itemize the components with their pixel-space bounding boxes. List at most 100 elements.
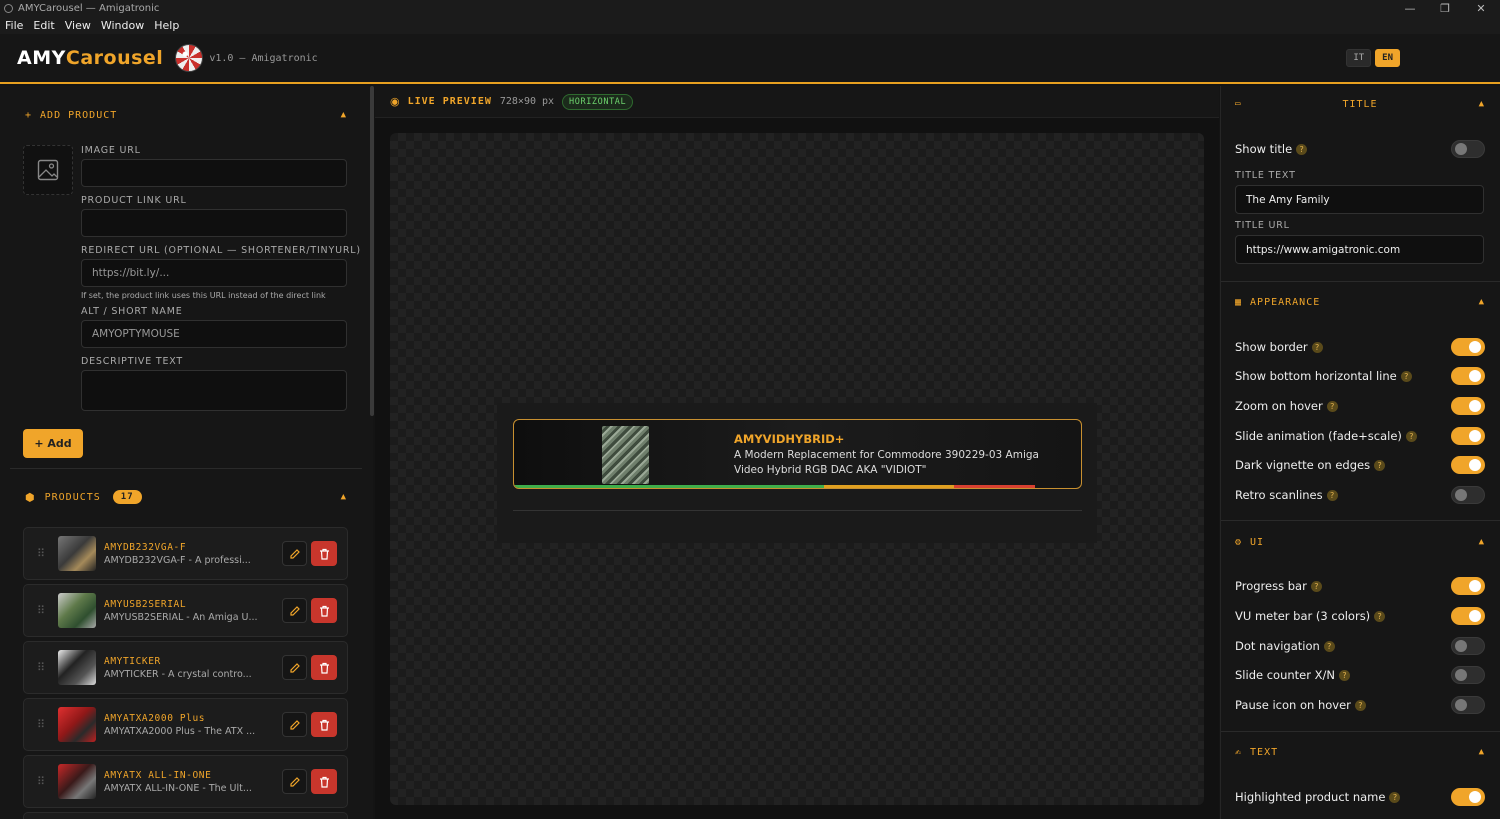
- zoom-hover-toggle[interactable]: [1451, 397, 1485, 415]
- trash-icon[interactable]: [311, 541, 337, 566]
- help-icon[interactable]: ?: [1389, 791, 1401, 803]
- help-icon[interactable]: ?: [1326, 489, 1338, 501]
- products-title: PRODUCTS: [44, 491, 101, 503]
- product-thumbnail: [58, 764, 96, 799]
- drag-handle-icon[interactable]: ⠿: [24, 661, 58, 674]
- edit-icon[interactable]: [282, 598, 307, 623]
- help-icon[interactable]: ?: [1405, 430, 1417, 442]
- version-label: v1.0 — Amigatronic: [209, 52, 318, 64]
- dot-navigation-toggle[interactable]: [1451, 637, 1485, 655]
- bottom-line-toggle[interactable]: [1451, 367, 1485, 385]
- descriptive-text-textarea[interactable]: [81, 370, 347, 411]
- ui-section-header[interactable]: ⚙ UI ▲: [1235, 532, 1485, 552]
- title-section-header[interactable]: ▭ TITLE ▲: [1235, 94, 1485, 114]
- title-section-title: TITLE: [1342, 98, 1378, 110]
- lang-en-button[interactable]: EN: [1375, 49, 1400, 67]
- settings-panel: ▭ TITLE ▲ Show title? TITLE TEXT The Amy…: [1220, 86, 1500, 819]
- trash-icon[interactable]: [311, 598, 337, 623]
- list-item[interactable]: ⠿ AMYDB232VGA-F AMYDB232VGA-F - A profes…: [23, 527, 348, 580]
- section-divider: [10, 468, 362, 469]
- drag-handle-icon[interactable]: ⠿: [24, 604, 58, 617]
- help-icon[interactable]: ?: [1323, 640, 1335, 652]
- trash-icon[interactable]: [311, 712, 337, 737]
- menu-view[interactable]: View: [60, 19, 96, 32]
- edit-icon[interactable]: [282, 769, 307, 794]
- list-item[interactable]: [23, 812, 348, 819]
- maximize-button[interactable]: ❐: [1427, 0, 1463, 17]
- highlighted-name-toggle[interactable]: [1451, 788, 1485, 806]
- help-icon[interactable]: ?: [1326, 400, 1338, 412]
- slide-counter-toggle[interactable]: [1451, 666, 1485, 684]
- text-section-header[interactable]: ✍ TEXT ▲: [1235, 742, 1485, 762]
- trash-icon[interactable]: [311, 655, 337, 680]
- collapse-caret-icon[interactable]: ▲: [341, 492, 347, 502]
- setting-zoom-hover: Zoom on hover?: [1235, 396, 1485, 416]
- alt-name-input[interactable]: AMYOPTYMOUSE: [81, 320, 347, 348]
- setting-slide-animation: Slide animation (fade+scale)?: [1235, 426, 1485, 446]
- product-description: AMYTICKER - A crystal contro...: [104, 668, 252, 680]
- drag-handle-icon[interactable]: ⠿: [24, 718, 58, 731]
- menu-window[interactable]: Window: [96, 19, 149, 32]
- title-text-input[interactable]: The Amy Family: [1235, 185, 1484, 214]
- help-icon[interactable]: ?: [1400, 370, 1412, 382]
- show-title-toggle[interactable]: [1451, 140, 1485, 158]
- drag-handle-icon[interactable]: ⠿: [24, 547, 58, 560]
- title-url-input[interactable]: https://www.amigatronic.com: [1235, 235, 1484, 264]
- add-product-header[interactable]: + ADD PRODUCT ▲: [25, 103, 347, 127]
- product-thumbnail: [58, 707, 96, 742]
- help-icon[interactable]: ?: [1338, 669, 1350, 681]
- menu-edit[interactable]: Edit: [28, 19, 59, 32]
- collapse-caret-icon[interactable]: ▲: [1479, 747, 1485, 757]
- list-item[interactable]: ⠿ AMYUSB2SERIAL AMYUSB2SERIAL - An Amiga…: [23, 584, 348, 637]
- collapse-caret-icon[interactable]: ▲: [1479, 99, 1485, 109]
- collapse-caret-icon[interactable]: ▲: [1479, 297, 1485, 307]
- pause-icon-toggle[interactable]: [1451, 696, 1485, 714]
- menu-help[interactable]: Help: [149, 19, 184, 32]
- redirect-url-label: REDIRECT URL (OPTIONAL — SHORTENER/TINYU…: [81, 245, 361, 256]
- close-button[interactable]: ✕: [1463, 0, 1499, 17]
- setting-label: Show border: [1235, 340, 1308, 354]
- edit-icon[interactable]: [282, 541, 307, 566]
- minimize-button[interactable]: —: [1392, 0, 1428, 17]
- help-icon[interactable]: ?: [1354, 699, 1366, 711]
- palette-icon: ▦: [1235, 296, 1243, 308]
- list-item[interactable]: ⠿ AMYATXA2000 Plus AMYATXA2000 Plus - Th…: [23, 698, 348, 751]
- lang-it-button[interactable]: IT: [1346, 49, 1372, 67]
- list-item[interactable]: ⠿ AMYATX ALL-IN-ONE AMYATX ALL-IN-ONE - …: [23, 755, 348, 808]
- help-icon[interactable]: ?: [1374, 459, 1386, 471]
- help-icon[interactable]: ?: [1296, 143, 1308, 155]
- image-url-input[interactable]: [81, 159, 347, 187]
- preview-panel: ◉ LIVE PREVIEW 728×90 px HORIZONTAL AMYV…: [375, 86, 1219, 819]
- collapse-caret-icon[interactable]: ▲: [1479, 537, 1485, 547]
- collapse-caret-icon[interactable]: ▲: [341, 110, 347, 120]
- progress-bar-toggle[interactable]: [1451, 577, 1485, 595]
- edit-icon[interactable]: [282, 655, 307, 680]
- left-panel-scrollbar[interactable]: [370, 86, 374, 416]
- preview-dimensions: 728×90 px: [499, 96, 555, 107]
- dark-vignette-toggle[interactable]: [1451, 456, 1485, 474]
- slide-animation-toggle[interactable]: [1451, 427, 1485, 445]
- drag-handle-icon[interactable]: ⠿: [24, 775, 58, 788]
- edit-icon[interactable]: [282, 712, 307, 737]
- add-product-button[interactable]: + Add: [23, 429, 83, 458]
- appearance-section-header[interactable]: ▦ APPEARANCE ▲: [1235, 292, 1485, 312]
- product-link-input[interactable]: [81, 209, 347, 237]
- banner-product-image: [602, 426, 649, 484]
- left-panel: + ADD PRODUCT ▲ IMAGE URL PRODUCT LINK U…: [0, 86, 373, 819]
- descriptive-text-label: DESCRIPTIVE TEXT: [81, 356, 183, 367]
- carousel-banner[interactable]: AMYVIDHYBRID+ A Modern Replacement for C…: [513, 419, 1082, 489]
- redirect-url-input[interactable]: https://bit.ly/...: [81, 259, 347, 287]
- trash-icon[interactable]: [311, 769, 337, 794]
- preview-canvas: AMYVIDHYBRID+ A Modern Replacement for C…: [390, 133, 1204, 805]
- retro-scanlines-toggle[interactable]: [1451, 486, 1485, 504]
- show-border-toggle[interactable]: [1451, 338, 1485, 356]
- help-icon[interactable]: ?: [1374, 610, 1386, 622]
- list-item[interactable]: ⠿ AMYTICKER AMYTICKER - A crystal contro…: [23, 641, 348, 694]
- vu-meter-toggle[interactable]: [1451, 607, 1485, 625]
- products-header[interactable]: ⬢ PRODUCTS 17 ▲: [25, 485, 347, 509]
- help-icon[interactable]: ?: [1311, 341, 1323, 353]
- menu-file[interactable]: File: [0, 19, 28, 32]
- orientation-badge: HORIZONTAL: [562, 93, 634, 110]
- product-thumbnail: [58, 650, 96, 685]
- help-icon[interactable]: ?: [1310, 580, 1322, 592]
